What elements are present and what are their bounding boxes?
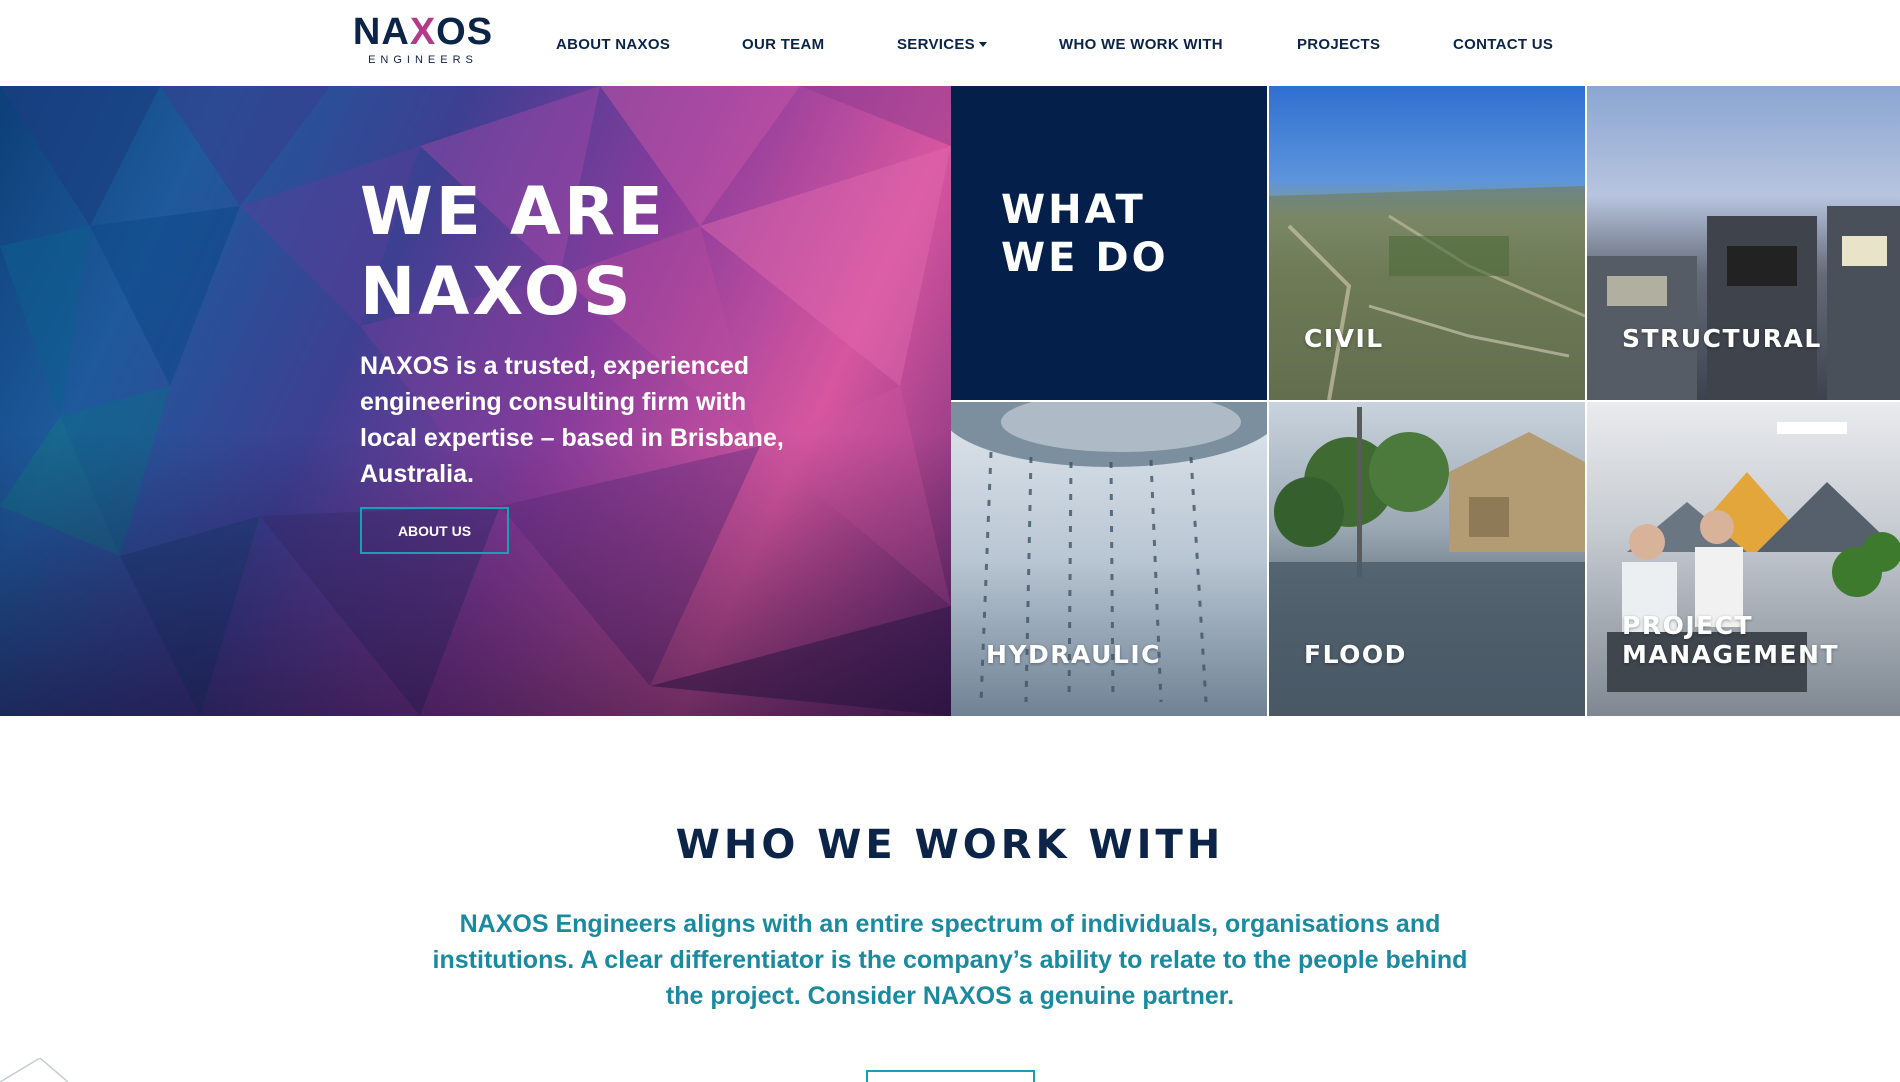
who-we-work-with-text: NAXOS Engineers aligns with an entire sp… bbox=[432, 910, 1468, 1010]
what-title-line2: WE DO bbox=[1001, 235, 1169, 281]
civil-label: CIVIL bbox=[1304, 324, 1384, 353]
what-we-do-title: WHAT WE DO bbox=[1001, 186, 1169, 282]
pm-label-line1: PROJECT bbox=[1622, 611, 1754, 640]
nav-services-label: SERVICES bbox=[897, 36, 975, 53]
what-we-do-tile: WHAT WE DO bbox=[951, 86, 1267, 400]
project-management-tile[interactable]: PROJECT MANAGEMENT bbox=[1587, 402, 1900, 716]
structural-label: STRUCTURAL bbox=[1622, 324, 1822, 353]
nav-about-naxos[interactable]: ABOUT NAXOS bbox=[556, 36, 670, 53]
logo-wordmark: NAXOS bbox=[352, 11, 494, 53]
nav-our-team[interactable]: OUR TEAM bbox=[742, 36, 824, 53]
hero-title-line2: NAXOS bbox=[360, 253, 634, 330]
project-management-label: PROJECT MANAGEMENT bbox=[1622, 611, 1839, 669]
site-header: NAXOS ENGINEERS ABOUT NAXOS OUR TEAM SER… bbox=[0, 0, 1900, 86]
flood-tile[interactable]: FLOOD bbox=[1269, 402, 1585, 716]
hydraulic-tile[interactable]: HYDRAULIC bbox=[951, 402, 1267, 716]
logo-subtext: ENGINEERS bbox=[368, 54, 478, 66]
naxos-logo[interactable]: NAXOS ENGINEERS bbox=[348, 12, 498, 70]
hydraulic-label: HYDRAULIC bbox=[986, 640, 1161, 669]
caret-down-icon bbox=[979, 42, 987, 47]
nav-who-we-work-with[interactable]: WHO WE WORK WITH bbox=[1059, 36, 1223, 53]
hero-title-line1: WE ARE bbox=[360, 173, 666, 250]
about-us-button[interactable]: ABOUT US bbox=[360, 507, 509, 554]
pm-label-line2: MANAGEMENT bbox=[1622, 640, 1840, 669]
nav-projects[interactable]: PROJECTS bbox=[1297, 36, 1380, 53]
nav-contact-us[interactable]: CONTACT US bbox=[1453, 36, 1553, 53]
who-we-work-with-button[interactable] bbox=[866, 1070, 1035, 1082]
hero-section: WE ARE NAXOS NAXOS is a trusted, experie… bbox=[0, 86, 951, 716]
decorative-outline-shape bbox=[0, 1058, 69, 1082]
what-title-line1: WHAT bbox=[1001, 187, 1146, 233]
structural-tile[interactable]: STRUCTURAL bbox=[1587, 86, 1900, 400]
hero-title: WE ARE NAXOS bbox=[360, 172, 780, 332]
flood-label: FLOOD bbox=[1304, 640, 1407, 669]
who-we-work-with-title: WHO WE WORK WITH bbox=[675, 822, 1225, 868]
nav-services[interactable]: SERVICES bbox=[897, 36, 987, 53]
hero-description: NAXOS is a trusted, experienced engineer… bbox=[360, 352, 784, 488]
civil-tile[interactable]: CIVIL bbox=[1269, 86, 1585, 400]
